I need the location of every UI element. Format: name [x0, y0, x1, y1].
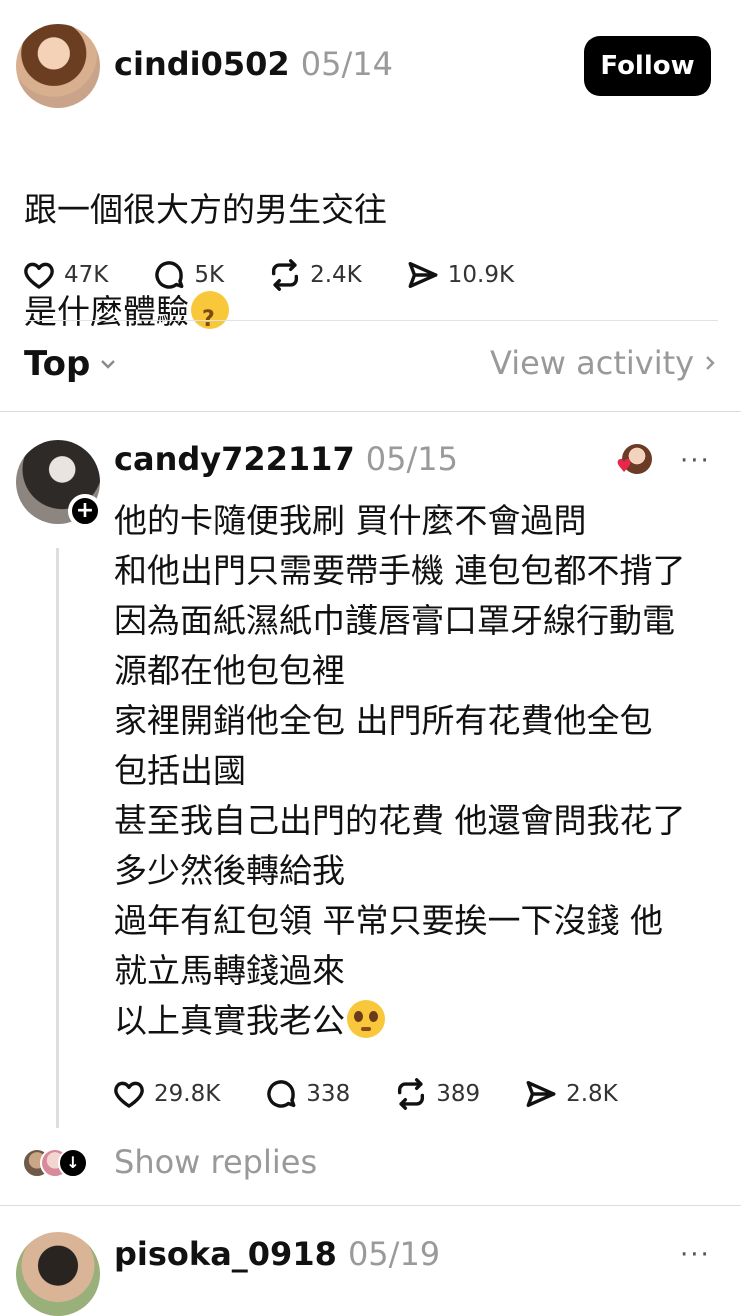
repost-icon	[272, 259, 299, 291]
reply-actions: 29.8K 338 389 2.8K	[112, 1077, 618, 1111]
repost-count: 2.4K	[310, 262, 362, 288]
reply-header: candy722117 05/15	[114, 440, 458, 478]
show-replies-link[interactable]: Show replies	[114, 1143, 317, 1181]
reply-text-line: 他的卡隨便我刷 買什麼不會過問	[114, 501, 587, 540]
repost-icon	[398, 1078, 425, 1110]
pleading-face-emoji-icon	[347, 1000, 385, 1038]
repost-button[interactable]: 2.4K	[268, 258, 362, 292]
divider	[24, 320, 718, 321]
reply-text-line: 家裡開銷他全包 出門所有花費他全包	[114, 701, 653, 740]
like-count: 29.8K	[154, 1081, 221, 1107]
more-options-icon[interactable]: ···	[680, 1240, 711, 1270]
chevron-down-icon	[101, 360, 116, 369]
reply-username[interactable]: candy722117	[114, 440, 355, 478]
follow-button[interactable]: Follow	[584, 36, 711, 96]
send-icon	[526, 1080, 556, 1108]
reply-header: pisoka_0918 05/19	[114, 1235, 440, 1273]
divider	[0, 411, 741, 412]
post-text-content: 是什麼體驗	[24, 292, 189, 331]
repost-count: 389	[436, 1081, 481, 1107]
share-count: 2.8K	[566, 1081, 618, 1107]
reply-text-line: 因為面紙濕紙巾護唇膏口罩牙線行動電	[114, 601, 675, 640]
like-button[interactable]: 29.8K	[112, 1077, 220, 1111]
arrow-down-icon: ↓	[58, 1148, 88, 1178]
reply-body: 他的卡隨便我刷 買什麼不會過問 和他出門只需要帶手機 連包包都不揹了 因為面紙濕…	[114, 496, 729, 1046]
reply-text-line: 以上真實我老公	[114, 996, 729, 1046]
author-username[interactable]: cindi0502	[114, 45, 290, 83]
share-count: 10.9K	[447, 262, 515, 288]
reply-text-line: 多少然後轉給我	[114, 851, 345, 890]
view-activity-label: View activity	[490, 344, 695, 382]
post-text-line: 是什麼體驗	[24, 286, 714, 345]
heart-badge-icon: ♥	[616, 456, 633, 477]
send-icon	[408, 261, 438, 289]
replies-avatar-stack[interactable]: ↓	[22, 1148, 92, 1180]
reply-date: 05/19	[347, 1235, 441, 1273]
post-actions: 47K 5K 2.4K 10.9K	[22, 258, 514, 292]
reply-author-avatar[interactable]	[16, 1232, 100, 1316]
comment-button[interactable]: 5K	[152, 258, 224, 292]
author-avatar[interactable]	[16, 24, 100, 108]
heart-icon	[24, 262, 54, 289]
like-count: 47K	[64, 262, 109, 288]
reply-text-line: 源都在他包包裡	[114, 651, 345, 690]
comment-count: 338	[306, 1081, 351, 1107]
post-header: cindi0502 05/14	[114, 45, 393, 83]
reply-username[interactable]: pisoka_0918	[114, 1235, 337, 1273]
reply-date: 05/15	[365, 440, 459, 478]
post-text-line: 跟一個很大方的男生交往	[24, 190, 387, 229]
reply-text-line: 包括出國	[114, 751, 246, 790]
comment-icon	[155, 261, 184, 289]
reply-text-content: 以上真實我老公	[114, 1001, 345, 1040]
comment-icon	[267, 1080, 296, 1108]
heart-icon	[114, 1081, 144, 1108]
reply-text-line: 過年有紅包領 平常只要挨一下沒錢 他	[114, 901, 663, 940]
thread-line	[56, 548, 59, 1128]
post-date: 05/14	[300, 45, 393, 83]
sort-label: Top	[24, 344, 91, 384]
author-liked-avatar: ♥	[616, 444, 654, 478]
reply-text-line: 和他出門只需要帶手機 連包包都不揹了	[114, 551, 686, 590]
thinking-face-emoji-icon	[191, 291, 229, 345]
follow-plus-icon[interactable]: +	[68, 494, 102, 528]
reply-text-line: 就立馬轉錢過來	[114, 951, 345, 990]
sort-dropdown[interactable]: Top	[24, 344, 118, 384]
view-activity-link[interactable]: View activity	[490, 344, 718, 382]
repost-button[interactable]: 389	[394, 1077, 480, 1111]
comment-count: 5K	[194, 262, 225, 288]
share-button[interactable]: 10.9K	[406, 258, 514, 292]
more-options-icon[interactable]: ···	[680, 446, 711, 476]
chevron-right-icon	[706, 356, 715, 370]
like-button[interactable]: 47K	[22, 258, 108, 292]
divider	[0, 1205, 741, 1206]
share-button[interactable]: 2.8K	[524, 1077, 618, 1111]
comment-button[interactable]: 338	[264, 1077, 350, 1111]
reply-text-line: 甚至我自己出門的花費 他還會問我花了	[114, 801, 686, 840]
